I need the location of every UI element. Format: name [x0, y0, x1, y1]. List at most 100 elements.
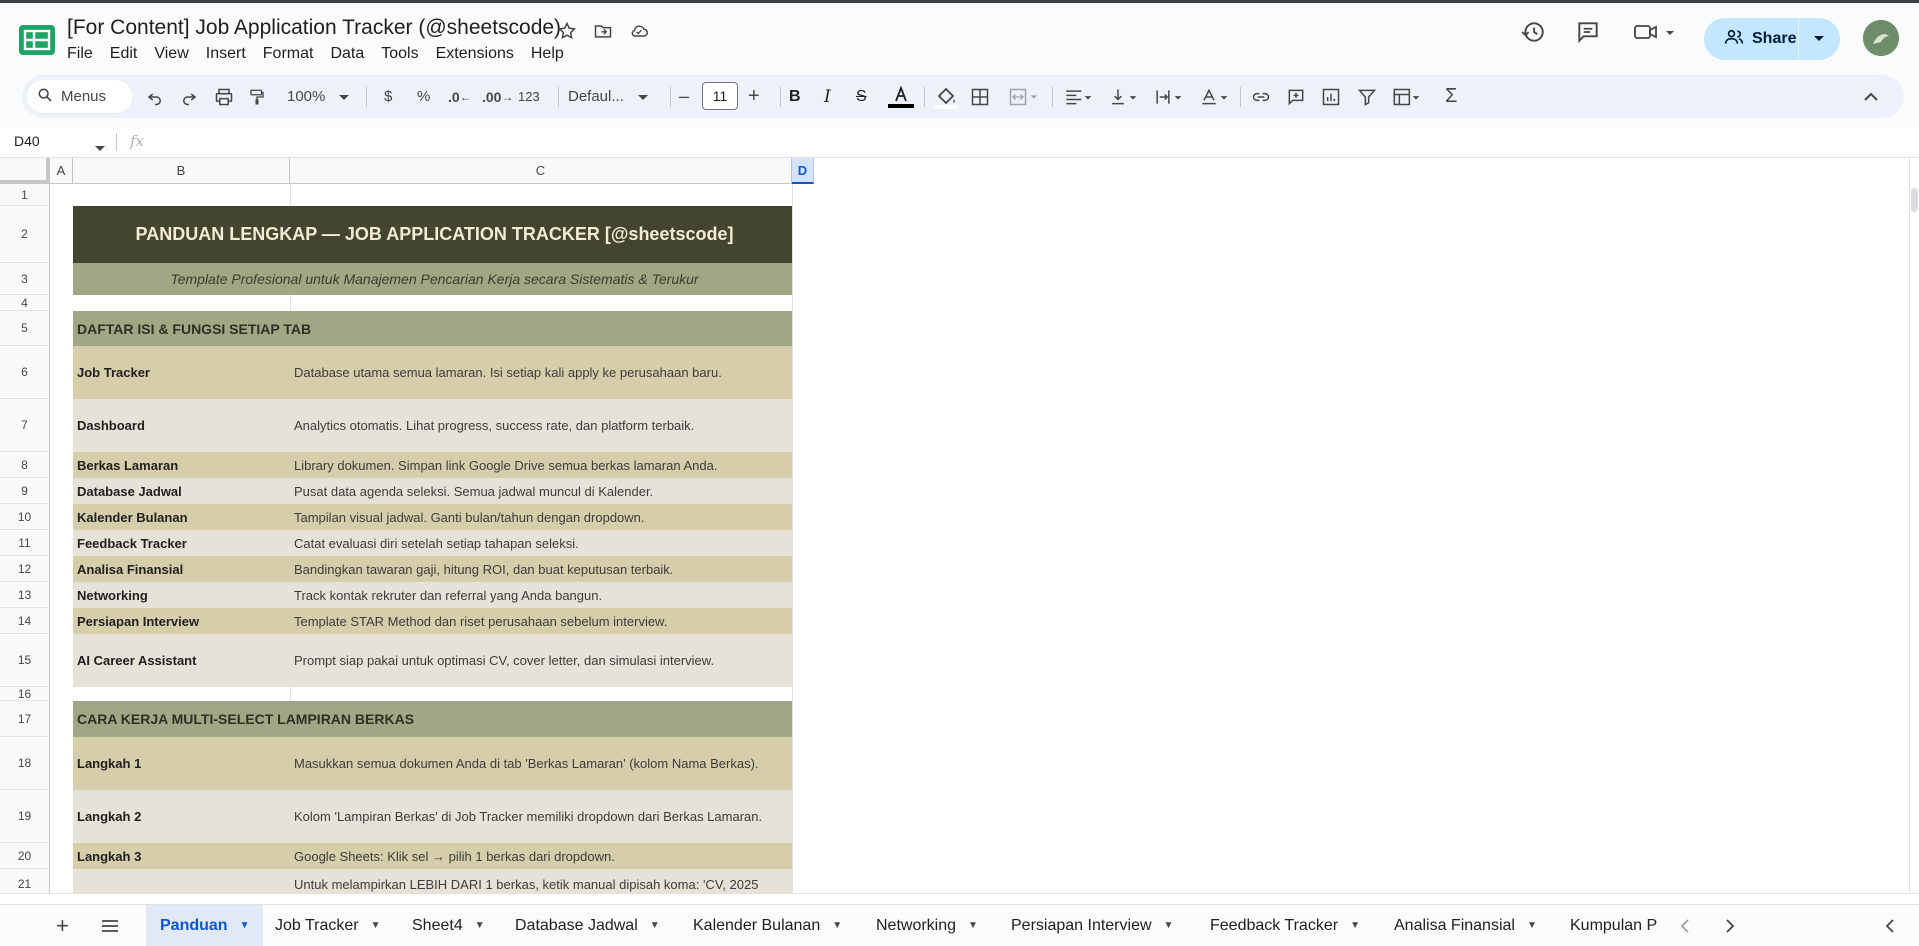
fill-color-icon[interactable]	[934, 75, 958, 118]
row-header[interactable]: 18	[0, 737, 50, 790]
meet-video-icon[interactable]	[1633, 19, 1679, 59]
menu-insert[interactable]: Insert	[206, 45, 255, 63]
filter-views-icon[interactable]	[1390, 75, 1422, 118]
horizontal-scrollbar[interactable]	[0, 893, 1919, 904]
star-icon[interactable]	[555, 19, 579, 43]
decrease-decimal-button[interactable]: .0 ←	[448, 75, 472, 118]
row-header[interactable]: 17	[0, 701, 50, 737]
tab-info-desc[interactable]: Prompt siap pakai untuk optimasi CV, cov…	[290, 634, 792, 687]
row-header[interactable]: 16	[0, 687, 50, 701]
merge-cells-icon[interactable]	[1006, 75, 1040, 118]
row-header[interactable]: 5	[0, 311, 50, 346]
insert-chart-icon[interactable]	[1321, 75, 1341, 118]
all-sheets-icon[interactable]	[101, 905, 119, 946]
row-header[interactable]: 4	[0, 295, 50, 311]
percent-format-button[interactable]: %	[417, 75, 430, 118]
sheet-tab-panduan[interactable]: Panduan ▼	[146, 905, 264, 946]
tab-info-name[interactable]: Networking	[73, 582, 290, 608]
sheet-tab-persiapan-interview[interactable]: Persiapan Interview ▼	[1011, 905, 1173, 946]
row-header[interactable]: 15	[0, 634, 50, 687]
row-header[interactable]: 1	[0, 184, 50, 206]
search-menus-input[interactable]: Menus	[27, 80, 132, 113]
add-sheet-icon[interactable]: +	[56, 905, 69, 946]
tab-info-name[interactable]: Berkas Lamaran	[73, 452, 290, 478]
menu-tools[interactable]: Tools	[381, 45, 427, 63]
tab-info-name[interactable]: Job Tracker	[73, 346, 290, 399]
scroll-tabs-right-icon[interactable]	[1725, 905, 1735, 946]
step-desc[interactable]: Untuk melampirkan LEBIH DARI 1 berkas, k…	[290, 869, 792, 893]
step-desc[interactable]: Masukkan semua dokumen Anda di tab 'Berk…	[290, 737, 792, 790]
scroll-tabs-left-icon[interactable]	[1680, 905, 1690, 946]
step-name[interactable]	[73, 869, 290, 893]
vertical-scroll-thumb[interactable]	[1911, 188, 1918, 212]
step-desc[interactable]: Google Sheets: Klik sel → pilih 1 berkas…	[290, 843, 792, 869]
tab-info-name[interactable]: Feedback Tracker	[73, 530, 290, 556]
tab-info-desc[interactable]: Bandingkan tawaran gaji, hitung ROI, dan…	[290, 556, 792, 582]
paint-format-icon[interactable]	[248, 75, 266, 118]
font-select[interactable]: Defaul...	[568, 75, 648, 118]
row-header[interactable]: 2	[0, 206, 50, 263]
row-header[interactable]: 12	[0, 556, 50, 582]
section-header-contents[interactable]: DAFTAR ISI & FUNGSI SETIAP TAB	[73, 311, 792, 346]
menu-edit[interactable]: Edit	[110, 45, 147, 63]
menu-extensions[interactable]: Extensions	[436, 45, 523, 63]
sheet-tab-job-tracker[interactable]: Job Tracker ▼	[275, 905, 381, 946]
side-panel-toggle-icon[interactable]	[1885, 905, 1895, 946]
row-header[interactable]: 10	[0, 504, 50, 530]
row-header[interactable]: 6	[0, 346, 50, 399]
sheet-tab-sheet4[interactable]: Sheet4 ▼	[412, 905, 485, 946]
tab-info-name[interactable]: Database Jadwal	[73, 478, 290, 504]
number-format-button[interactable]: 123	[518, 75, 540, 118]
column-header-a[interactable]: A	[50, 158, 73, 184]
sheets-logo-icon[interactable]	[19, 25, 55, 55]
section-header-multiselect[interactable]: CARA KERJA MULTI-SELECT LAMPIRAN BERKAS	[73, 701, 792, 737]
account-avatar[interactable]	[1863, 20, 1899, 56]
move-folder-icon[interactable]	[591, 19, 615, 43]
row-header[interactable]: 8	[0, 452, 50, 478]
comments-icon[interactable]	[1575, 19, 1601, 59]
document-title[interactable]: [For Content] Job Application Tracker (@…	[67, 16, 561, 40]
undo-icon[interactable]	[146, 75, 164, 118]
step-name[interactable]: Langkah 2	[73, 790, 290, 843]
tab-info-desc[interactable]: Pusat data agenda seleksi. Semua jadwal …	[290, 478, 792, 504]
borders-icon[interactable]	[970, 75, 990, 118]
sheet-tab-kalender-bulanan[interactable]: Kalender Bulanan ▼	[693, 905, 842, 946]
decrease-font-size-icon[interactable]: –	[679, 75, 689, 118]
share-dropdown-icon[interactable]	[1799, 35, 1840, 43]
row-header[interactable]: 14	[0, 608, 50, 634]
row-header[interactable]: 3	[0, 263, 50, 295]
row-header[interactable]: 19	[0, 790, 50, 843]
strikethrough-icon[interactable]: S	[856, 75, 867, 118]
sheet-tab-database-jadwal[interactable]: Database Jadwal ▼	[515, 905, 660, 946]
print-icon[interactable]	[214, 75, 234, 118]
tab-info-desc[interactable]: Library dokumen. Simpan link Google Driv…	[290, 452, 792, 478]
italic-icon[interactable]: I	[824, 75, 831, 118]
text-rotation-icon[interactable]	[1198, 75, 1230, 118]
tab-info-desc[interactable]: Database utama semua lamaran. Isi setiap…	[290, 346, 792, 399]
menu-file[interactable]: File	[67, 45, 102, 63]
step-name[interactable]: Langkah 1	[73, 737, 290, 790]
tab-info-desc[interactable]: Template STAR Method dan riset perusahaa…	[290, 608, 792, 634]
menu-format[interactable]: Format	[263, 45, 323, 63]
row-header[interactable]: 21	[0, 869, 50, 893]
insert-comment-icon[interactable]	[1286, 75, 1306, 118]
tab-info-name[interactable]: Dashboard	[73, 399, 290, 452]
row-header[interactable]: 20	[0, 843, 50, 869]
spreadsheet-grid[interactable]: A B C D 1 2 3 4 5 6 7 8 9 10 11 12 13 14…	[0, 158, 1909, 893]
share-button[interactable]: Share	[1704, 18, 1840, 60]
column-header-c[interactable]: C	[290, 158, 792, 184]
functions-icon[interactable]: Σ	[1445, 75, 1457, 118]
tab-info-name[interactable]: Kalender Bulanan	[73, 504, 290, 530]
vertical-scrollbar[interactable]	[1909, 158, 1919, 893]
collapse-toolbar-icon[interactable]	[1864, 75, 1878, 118]
sheet-subtitle[interactable]: Template Profesional untuk Manajemen Pen…	[73, 263, 792, 295]
vertical-align-icon[interactable]	[1107, 75, 1139, 118]
column-header-b[interactable]: B	[73, 158, 290, 184]
tab-info-desc[interactable]: Track kontak rekruter dan referral yang …	[290, 582, 792, 608]
step-desc[interactable]: Kolom 'Lampiran Berkas' di Job Tracker m…	[290, 790, 792, 843]
font-size-input[interactable]: 11	[702, 82, 738, 110]
tab-info-name[interactable]: Persiapan Interview	[73, 608, 290, 634]
insert-link-icon[interactable]	[1250, 75, 1272, 118]
column-header-d[interactable]: D	[792, 158, 814, 184]
step-name[interactable]: Langkah 3	[73, 843, 290, 869]
